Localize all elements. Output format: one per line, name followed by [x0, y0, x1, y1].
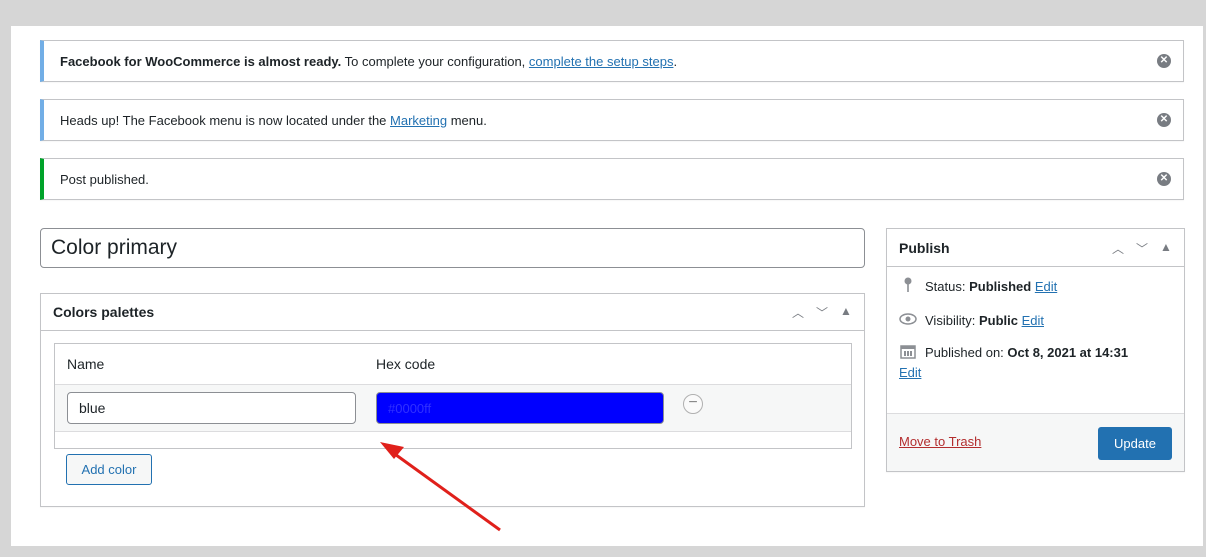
toggle-panel-icon[interactable]: ▲ — [838, 304, 854, 321]
publish-misc-actions: Status: Published Edit Visibility: Publi… — [887, 267, 1184, 383]
colors-palettes-title: Colors palettes — [41, 294, 864, 331]
edit-date-link[interactable]: Edit — [899, 365, 921, 380]
dismiss-icon[interactable]: ✕ — [1157, 172, 1171, 186]
dismiss-icon[interactable]: ✕ — [1157, 54, 1171, 68]
palette-table: Name Hex code blue #0000ff − — [54, 343, 852, 449]
update-button[interactable]: Update — [1098, 427, 1172, 460]
eye-icon — [899, 311, 917, 331]
setup-steps-link[interactable]: complete the setup steps — [529, 54, 674, 69]
post-title-input[interactable]: Color primary — [40, 228, 865, 268]
dismiss-icon[interactable]: ✕ — [1157, 113, 1171, 127]
column-header-name: Name — [67, 356, 105, 372]
move-down-icon[interactable]: ﹀ — [814, 304, 830, 321]
colors-palettes-box: Colors palettes ︿ ﹀ ▲ Name Hex code blue… — [40, 293, 865, 507]
published-on-row: Published on: Oct 8, 2021 at 14:31 Edit — [899, 343, 1129, 380]
add-color-button[interactable]: Add color — [66, 454, 152, 485]
visibility-row: Visibility: Public Edit — [899, 311, 1172, 331]
edit-visibility-link[interactable]: Edit — [1022, 313, 1044, 328]
move-up-icon[interactable]: ︿ — [790, 304, 806, 321]
box-handle-actions: ︿ ﹀ ▲ — [1110, 240, 1174, 257]
published-date: Oct 8, 2021 at 14:31 — [1007, 345, 1129, 360]
edit-status-link[interactable]: Edit — [1035, 279, 1057, 294]
visibility-value: Public — [978, 313, 1018, 328]
notice-facebook-menu: Heads up! The Facebook menu is now locat… — [40, 99, 1184, 141]
notice-post-published: Post published. ✕ — [40, 158, 1184, 200]
calendar-icon — [899, 343, 917, 365]
pin-icon — [899, 277, 917, 299]
remove-row-button[interactable]: − — [683, 394, 703, 414]
notice-text: Facebook for WooCommerce is almost ready… — [60, 53, 678, 69]
publish-box: Publish ︿ ﹀ ▲ Status: Published Edit Vis… — [886, 228, 1185, 472]
toggle-panel-icon[interactable]: ▲ — [1158, 240, 1174, 257]
move-down-icon[interactable]: ﹀ — [1134, 240, 1150, 257]
status-row: Status: Published Edit — [899, 277, 1172, 299]
publish-major-actions: Move to Trash Update — [887, 413, 1184, 471]
notice-text: Heads up! The Facebook menu is now locat… — [60, 112, 487, 128]
notice-facebook-setup: Facebook for WooCommerce is almost ready… — [40, 40, 1184, 82]
table-row: blue #0000ff − — [55, 384, 851, 432]
move-up-icon[interactable]: ︿ — [1110, 240, 1126, 257]
hex-code-input[interactable]: #0000ff — [376, 392, 664, 424]
marketing-link[interactable]: Marketing — [390, 113, 447, 128]
notice-text: Post published. — [60, 171, 149, 187]
column-header-hex: Hex code — [376, 356, 436, 372]
status-value: Published — [969, 279, 1032, 294]
box-handle-actions: ︿ ﹀ ▲ — [790, 304, 854, 321]
move-to-trash-link[interactable]: Move to Trash — [899, 434, 981, 449]
color-name-input[interactable]: blue — [67, 392, 356, 424]
